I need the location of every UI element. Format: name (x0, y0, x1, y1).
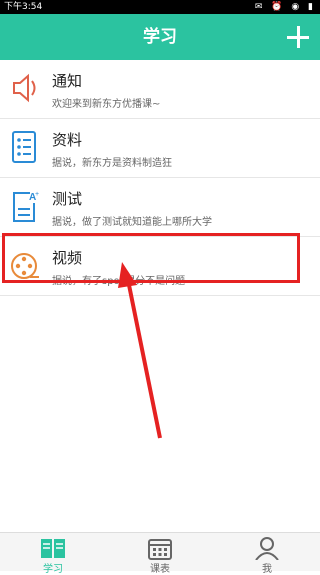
add-button[interactable] (276, 14, 320, 60)
status-icons: ✉ ⏰ ◉ ▮ (254, 2, 316, 12)
list-item-subtitle: 据说，新东方是资料制造狂 (52, 158, 172, 169)
tab-me[interactable]: 我 (214, 533, 320, 575)
status-time: 下午3:54 (4, 2, 43, 12)
list-item-notice[interactable]: 通知 欢迎来到新东方优播课~ (0, 60, 320, 119)
status-bar: 下午3:54 ✉ ⏰ ◉ ▮ (0, 0, 320, 14)
app-bar: 学习 (0, 14, 320, 60)
tab-study[interactable]: 学习 (0, 533, 106, 575)
speaker-icon (10, 71, 40, 105)
list-item-materials[interactable]: 资料 据说，新东方是资料制造狂 (0, 119, 320, 178)
tab-schedule[interactable]: 课表 (107, 533, 213, 575)
list-item-title: 资料 (52, 131, 83, 149)
tab-label: 我 (262, 564, 272, 575)
list-item-test[interactable]: A + 测试 据说，做了测试就知道能上哪所大学 (0, 178, 320, 237)
test-edit-icon: A + (10, 189, 40, 223)
tab-label: 课表 (150, 564, 170, 575)
list-item-subtitle: 据说，做了测试就知道能上哪所大学 (52, 217, 212, 228)
svg-text:+: + (35, 191, 39, 198)
tab-bar: 学习 课表 我 (0, 532, 320, 575)
list-item-title: 测试 (52, 190, 83, 208)
person-icon (255, 537, 279, 560)
list-item-title: 通知 (52, 72, 83, 90)
document-list-icon (10, 130, 40, 164)
tab-label: 学习 (43, 564, 63, 575)
page-title: 学习 (143, 27, 177, 47)
list-item-subtitle: 欢迎来到新东方优播课~ (52, 99, 161, 110)
calendar-icon (148, 539, 172, 560)
highlight-box (2, 233, 300, 283)
book-icon (41, 539, 65, 558)
